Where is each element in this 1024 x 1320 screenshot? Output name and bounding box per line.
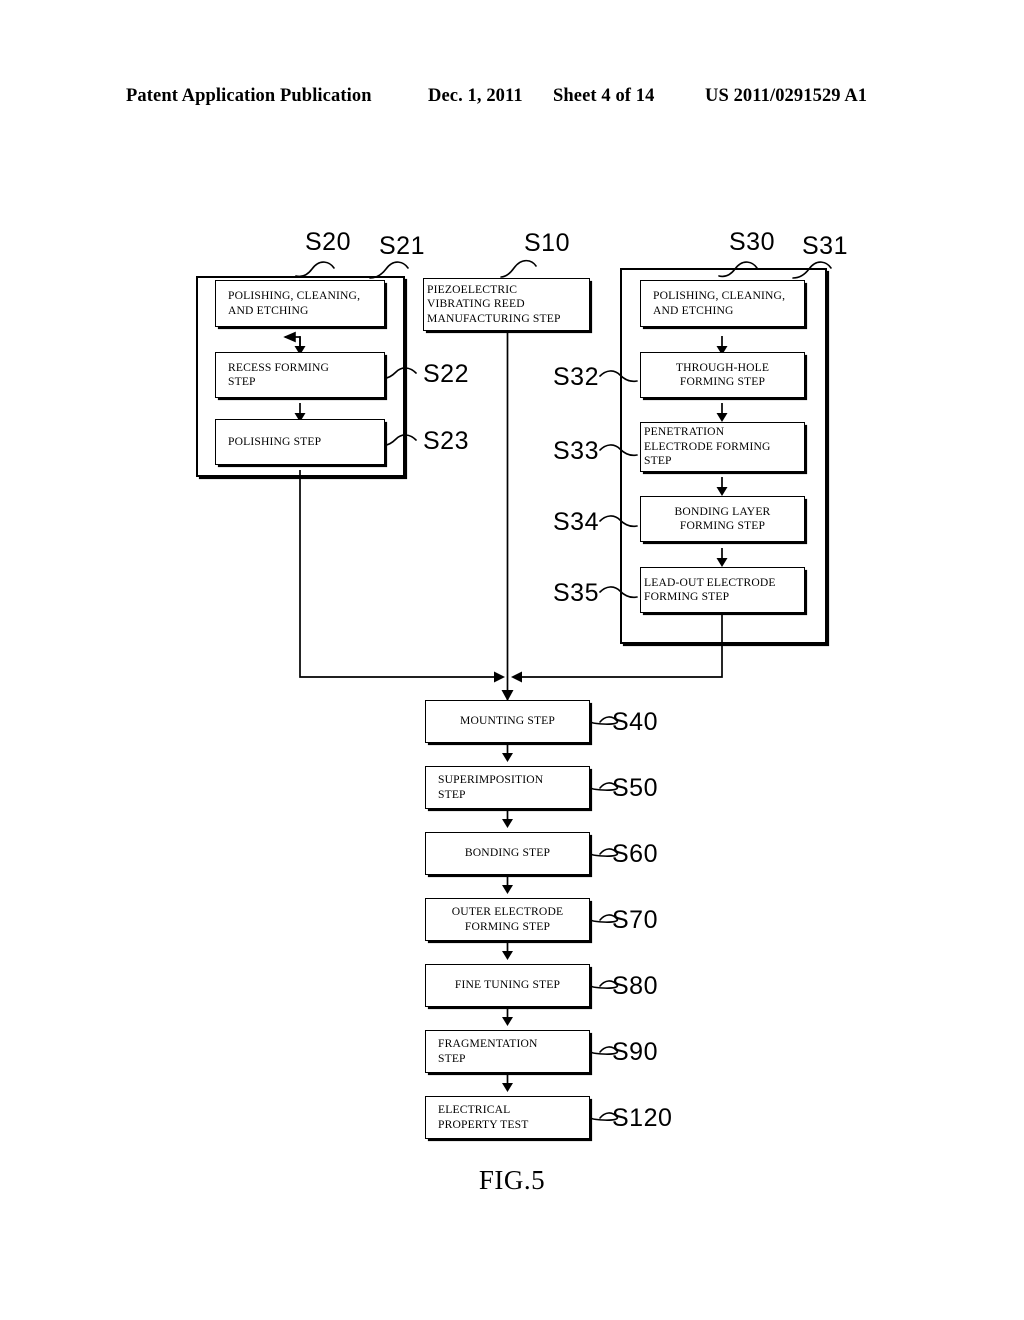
ref-label-s33: S33 xyxy=(553,437,599,465)
step-box-s40-label: MOUNTING STEP xyxy=(459,714,556,728)
step-box-s120[interactable]: ELECTRICAL PROPERTY TEST xyxy=(425,1096,590,1139)
ref-label-s70: S70 xyxy=(612,906,658,934)
ref-label-s30: S30 xyxy=(729,228,775,256)
step-box-s23-label: POLISHING STEP xyxy=(228,434,322,448)
header-date-text: Dec. 1, 2011 xyxy=(428,86,523,106)
step-box-s10[interactable]: PIEZOELECTRIC VIBRATING REED MANUFACTURI… xyxy=(423,278,590,331)
ref-label-s31: S31 xyxy=(802,232,848,260)
step-box-s32[interactable]: THROUGH-HOLE FORMING STEP xyxy=(640,352,805,398)
ref-label-s80: S80 xyxy=(612,972,658,1000)
figure-caption: FIG.5 xyxy=(478,1165,546,1195)
step-box-s32-label: THROUGH-HOLE FORMING STEP xyxy=(675,360,770,389)
step-box-s31-label: POLISHING, CLEANING, AND ETCHING xyxy=(653,289,786,317)
header-publication-text: Patent Application Publication xyxy=(126,86,372,106)
step-box-s70-label: OUTER ELECTRODE FORMING STEP xyxy=(451,905,564,933)
ref-label-s35: S35 xyxy=(553,579,599,607)
ref-label-s40: S40 xyxy=(612,708,658,736)
ref-label-s60: S60 xyxy=(612,840,658,868)
ref-label-s32: S32 xyxy=(553,363,599,391)
step-box-s34-label: BONDING LAYER FORMING STEP xyxy=(674,504,771,533)
step-box-s35-label: LEAD-OUT ELECTRODE FORMING STEP xyxy=(644,575,776,604)
header-sheet-text: Sheet 4 of 14 xyxy=(553,86,655,106)
ref-label-s34: S34 xyxy=(553,508,599,536)
step-box-s60[interactable]: BONDING STEP xyxy=(425,832,590,875)
step-box-s10-label: PIEZOELECTRIC VIBRATING REED MANUFACTURI… xyxy=(427,282,561,325)
page-header: Patent Application Publication Dec. 1, 2… xyxy=(0,86,1024,112)
step-box-s31[interactable]: POLISHING, CLEANING, AND ETCHING xyxy=(640,280,805,327)
step-box-s90[interactable]: FRAGMENTATION STEP xyxy=(425,1030,590,1073)
step-box-s50-label: SUPERIMPOSITION STEP xyxy=(438,773,544,801)
step-box-s120-label: ELECTRICAL PROPERTY TEST xyxy=(438,1103,529,1131)
step-box-s70[interactable]: OUTER ELECTRODE FORMING STEP xyxy=(425,898,590,941)
ref-label-s20: S20 xyxy=(305,228,351,256)
step-box-s90-label: FRAGMENTATION STEP xyxy=(438,1037,538,1065)
ref-label-s23: S23 xyxy=(423,427,469,455)
step-box-s22[interactable]: RECESS FORMING STEP xyxy=(215,352,385,398)
ref-label-s120: S120 xyxy=(612,1104,673,1132)
step-box-s22-label: RECESS FORMING STEP xyxy=(228,360,329,389)
ref-label-s10: S10 xyxy=(524,229,570,257)
ref-label-s22: S22 xyxy=(423,360,469,388)
step-box-s35[interactable]: LEAD-OUT ELECTRODE FORMING STEP xyxy=(640,567,805,613)
step-box-s50[interactable]: SUPERIMPOSITION STEP xyxy=(425,766,590,809)
step-box-s23[interactable]: POLISHING STEP xyxy=(215,419,385,465)
step-box-s34[interactable]: BONDING LAYER FORMING STEP xyxy=(640,496,805,542)
step-box-s80[interactable]: FINE TUNING STEP xyxy=(425,964,590,1007)
step-box-s21[interactable]: POLISHING, CLEANING, AND ETCHING xyxy=(215,280,385,327)
step-box-s40[interactable]: MOUNTING STEP xyxy=(425,700,590,743)
ref-label-s50: S50 xyxy=(612,774,658,802)
ref-label-s90: S90 xyxy=(612,1038,658,1066)
header-patent-number: US 2011/0291529 A1 xyxy=(705,86,868,106)
step-box-s33[interactable]: PENETRATION ELECTRODE FORMING STEP xyxy=(640,422,805,472)
step-box-s33-label: PENETRATION ELECTRODE FORMING STEP xyxy=(644,425,771,468)
step-box-s21-label: POLISHING, CLEANING, AND ETCHING xyxy=(228,289,361,317)
ref-label-s21: S21 xyxy=(379,232,425,260)
step-box-s60-label: BONDING STEP xyxy=(464,846,551,860)
step-box-s80-label: FINE TUNING STEP xyxy=(454,978,561,992)
